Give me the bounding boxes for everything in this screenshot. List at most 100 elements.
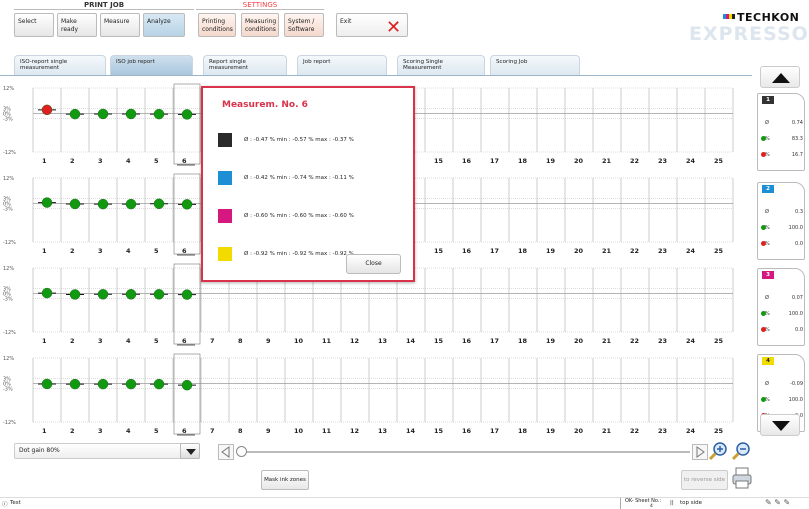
system-software-button[interactable]: System / Software xyxy=(284,13,324,37)
x-tick-label: 20 xyxy=(574,157,584,165)
mask-ink-zones-button[interactable]: Mask ink zones xyxy=(261,470,309,490)
x-tick-label: 11 xyxy=(322,427,332,435)
to-reverse-side-button[interactable]: to reverse side xyxy=(681,470,728,490)
avg-row: Ø 0.3 xyxy=(765,209,803,215)
y-tick-label: 12% xyxy=(3,86,14,92)
x-tick-label: 14 xyxy=(406,427,416,435)
x-tick-label: 5 xyxy=(154,247,159,255)
zoom-slider-track[interactable] xyxy=(240,451,690,453)
x-tick-label: 21 xyxy=(602,427,612,435)
y-tick-label: -12% xyxy=(3,240,16,246)
x-tick-label: 23 xyxy=(658,157,667,165)
info-icon: ⓘ xyxy=(2,502,8,508)
x-tick-label: 23 xyxy=(658,337,667,345)
x-tick-label: 18 xyxy=(518,247,528,255)
x-tick-label: 1 xyxy=(42,247,47,255)
measuring-conditions-button[interactable]: Measuring conditions xyxy=(241,13,279,37)
expresso-logo: EXPRESSO xyxy=(689,23,809,45)
x-tick-label: 7 xyxy=(210,337,215,345)
ink-number-chip: 4 xyxy=(762,357,774,365)
ink-card-3[interactable]: 3 Ø 0.07 % 100.0 % 0.0 xyxy=(757,268,805,346)
x-tick-label: 17 xyxy=(490,247,499,255)
make-ready-button[interactable]: Make ready xyxy=(57,13,97,37)
ink-number-chip: 1 xyxy=(762,96,774,104)
x-tick-label: 19 xyxy=(546,337,556,345)
tab-scoring-single[interactable]: Scoring Single Measurement xyxy=(397,55,485,75)
printer-icon[interactable] xyxy=(731,466,753,490)
x-tick-label: 24 xyxy=(686,157,696,165)
tab-report-single[interactable]: Report single measurement xyxy=(203,55,287,75)
avg-value: -0.09 xyxy=(790,381,803,387)
fail-dot-icon xyxy=(761,152,766,157)
ok-dot-icon xyxy=(761,225,766,230)
green-pct-value: 100.0 xyxy=(788,225,803,231)
x-tick-label: 14 xyxy=(406,337,416,345)
x-tick-label: 1 xyxy=(42,337,47,345)
tab-iso-report-single[interactable]: ISO-report single measurement xyxy=(14,55,106,75)
x-tick-label: 13 xyxy=(378,337,387,345)
color-swatch xyxy=(218,247,232,261)
fail-dot-icon xyxy=(761,241,766,246)
measurement-values: Ø : -0.42 % min : -0.74 % max : -0.11 % xyxy=(244,175,354,181)
avg-value: 0.74 xyxy=(791,120,803,126)
ok-dot-icon xyxy=(761,311,766,316)
zoom-slider-handle[interactable] xyxy=(236,446,247,457)
tab-job-report[interactable]: Job report xyxy=(297,55,387,75)
x-tick-label: 19 xyxy=(546,247,556,255)
x-tick-label: 18 xyxy=(518,337,528,345)
toolbar: PRINT JOB SETTINGS Select Make ready Mea… xyxy=(0,0,809,52)
scroll-right-button[interactable] xyxy=(692,444,708,460)
green-row: % 100.0 xyxy=(761,397,803,403)
dropdown-toggle-button[interactable] xyxy=(180,443,200,459)
zoom-in-icon[interactable] xyxy=(708,441,728,461)
zoom-out-icon[interactable] xyxy=(731,441,751,461)
x-tick-label: 1 xyxy=(42,427,47,435)
x-tick-label: 7 xyxy=(210,427,215,435)
x-tick-label: 4 xyxy=(126,247,131,255)
scroll-down-button[interactable] xyxy=(760,414,800,436)
data-point xyxy=(69,198,81,210)
data-point xyxy=(125,378,137,390)
select-button[interactable]: Select xyxy=(14,13,54,37)
arrow-right-icon xyxy=(696,446,705,458)
close-button[interactable]: Close xyxy=(346,254,401,274)
report-tabs: ISO-report single measurement ISO job re… xyxy=(0,55,809,75)
x-tick-label: 20 xyxy=(574,247,584,255)
green-pct-value: 100.0 xyxy=(788,311,803,317)
data-point xyxy=(181,199,193,210)
x-tick-label: 12 xyxy=(350,427,359,435)
x-tick-label: 6 xyxy=(182,157,187,165)
scroll-up-button[interactable] xyxy=(760,66,800,88)
x-tick-label: 22 xyxy=(630,337,639,345)
x-tick-label: 2 xyxy=(70,157,75,165)
color-swatch xyxy=(218,133,232,147)
x-tick-label: 5 xyxy=(154,337,159,345)
x-tick-label: 6 xyxy=(182,247,187,255)
ink-card-1[interactable]: 1 Ø 0.74 % 83.3 % 16.7 xyxy=(757,93,805,171)
avg-row: Ø -0.09 xyxy=(765,381,803,387)
data-point xyxy=(41,197,53,208)
avg-label: Ø xyxy=(765,209,769,215)
printing-conditions-button[interactable]: Printing conditions xyxy=(198,13,236,37)
measure-button[interactable]: Measure xyxy=(100,13,140,37)
x-tick-label: 8 xyxy=(238,427,243,435)
y-tick-label: -3% xyxy=(3,387,13,393)
analyze-button[interactable]: Analyze xyxy=(143,13,185,37)
avg-label: Ø xyxy=(765,381,769,387)
tab-scoring-job[interactable]: Scoring Job xyxy=(490,55,580,75)
dot-gain-dropdown[interactable]: Dot gain 80% xyxy=(14,443,200,459)
x-tick-label: 25 xyxy=(714,427,724,435)
avg-value: 0.3 xyxy=(795,209,803,215)
x-tick-label: 21 xyxy=(602,337,612,345)
ink-number-chip: 3 xyxy=(762,271,774,279)
x-tick-label: 23 xyxy=(658,427,667,435)
x-tick-label: 4 xyxy=(126,337,131,345)
avg-label: Ø xyxy=(765,295,769,301)
x-tick-label: 3 xyxy=(98,337,103,345)
x-tick-label: 6 xyxy=(182,427,187,435)
tab-iso-job-report[interactable]: ISO job report xyxy=(110,55,193,75)
scroll-left-button[interactable] xyxy=(218,444,234,460)
x-tick-label: 10 xyxy=(294,337,304,345)
x-tick-label: 20 xyxy=(574,427,584,435)
ink-card-2[interactable]: 2 Ø 0.3 % 100.0 % 0.0 xyxy=(757,182,805,260)
